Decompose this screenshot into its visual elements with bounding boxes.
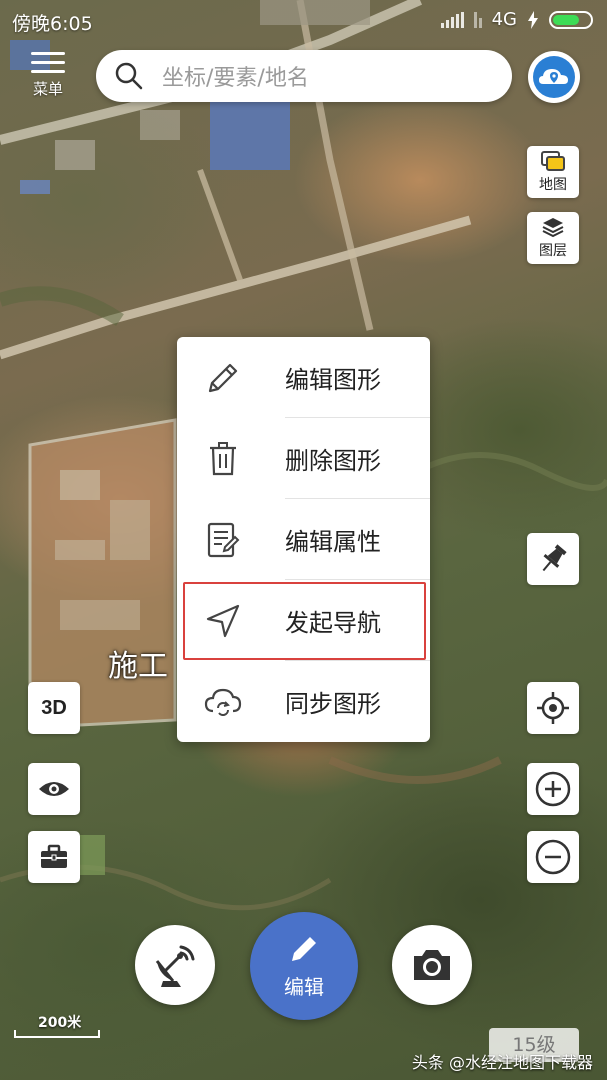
search-placeholder: 坐标/要素/地名 (162, 66, 309, 91)
status-indicators: 4G (440, 9, 593, 30)
search-input[interactable]: 坐标/要素/地名 (96, 50, 512, 102)
map-place-label: 施工 (108, 649, 168, 684)
scale-label: 200米 (38, 1015, 82, 1031)
edit-button[interactable]: 编辑 (250, 912, 358, 1020)
scale-bar (14, 1030, 100, 1038)
trash-icon (210, 442, 236, 476)
map-icon (541, 151, 565, 171)
minus-icon (535, 839, 571, 875)
pushpin-icon (542, 544, 567, 572)
pencil-icon (208, 363, 238, 393)
watermark-text: 头条 @水经注地图下载器 (411, 1053, 593, 1072)
locate-button[interactable] (527, 682, 579, 734)
menu-item-label: 发起导航 (285, 609, 381, 637)
menu-button[interactable]: 菜单 (28, 50, 68, 100)
3d-toggle-button[interactable]: 3D (28, 682, 80, 734)
menu-item-label: 编辑图形 (285, 366, 381, 394)
menu-item-label: 编辑属性 (285, 528, 381, 556)
form-edit-icon (207, 522, 240, 558)
status-bar: 傍晚6:05 4G (0, 0, 607, 40)
charging-icon (528, 10, 538, 29)
menu-label: 菜单 (32, 80, 63, 98)
zoom-in-button[interactable] (527, 763, 579, 815)
briefcase-icon (41, 844, 67, 868)
layer-label: 图层 (539, 243, 567, 259)
navigation-arrow-icon (206, 604, 240, 638)
map-switch-label: 地图 (539, 177, 567, 193)
cloud-location-button[interactable] (528, 51, 580, 103)
signal-strength-2-icon (473, 11, 482, 28)
menu-item-label: 删除图形 (285, 447, 381, 475)
signal-strength-icon (440, 11, 464, 28)
gps-signal-button[interactable] (135, 925, 215, 1005)
map-switch-button[interactable]: 地图 (527, 146, 579, 198)
pin-button[interactable] (527, 533, 579, 585)
battery-icon (549, 10, 593, 29)
shape-context-menu: 编辑图形 删除图形 编辑属性 发起导航 同步图形 (177, 337, 430, 742)
plus-icon (535, 771, 571, 807)
zoom-out-button[interactable] (527, 831, 579, 883)
status-time: 傍晚6:05 (12, 13, 93, 35)
pencil-icon (292, 936, 316, 961)
menu-item-start-navigation[interactable]: 发起导航 (177, 580, 430, 661)
camera-button[interactable] (392, 925, 472, 1005)
toolbox-button[interactable] (28, 831, 80, 883)
menu-item-label: 同步图形 (285, 690, 381, 718)
crosshair-icon (537, 692, 569, 724)
layers-icon (542, 218, 564, 238)
menu-item-edit-shape[interactable]: 编辑图形 (177, 337, 430, 418)
menu-item-sync-shape[interactable]: 同步图形 (177, 661, 430, 742)
satellite-dish-icon (155, 945, 195, 987)
search-icon (115, 62, 143, 90)
cloud-location-icon (533, 56, 575, 98)
menu-item-edit-attributes[interactable]: 编辑属性 (177, 499, 430, 580)
visibility-button[interactable] (28, 763, 80, 815)
camera-icon (414, 950, 450, 980)
menu-item-delete-shape[interactable]: 删除图形 (177, 418, 430, 499)
hamburger-icon (31, 52, 65, 73)
network-type: 4G (491, 9, 517, 30)
cloud-sync-icon (204, 688, 242, 716)
eye-icon (39, 782, 69, 796)
3d-label: 3D (41, 696, 67, 719)
edit-label: 编辑 (284, 974, 324, 999)
layer-button[interactable]: 图层 (527, 212, 579, 264)
